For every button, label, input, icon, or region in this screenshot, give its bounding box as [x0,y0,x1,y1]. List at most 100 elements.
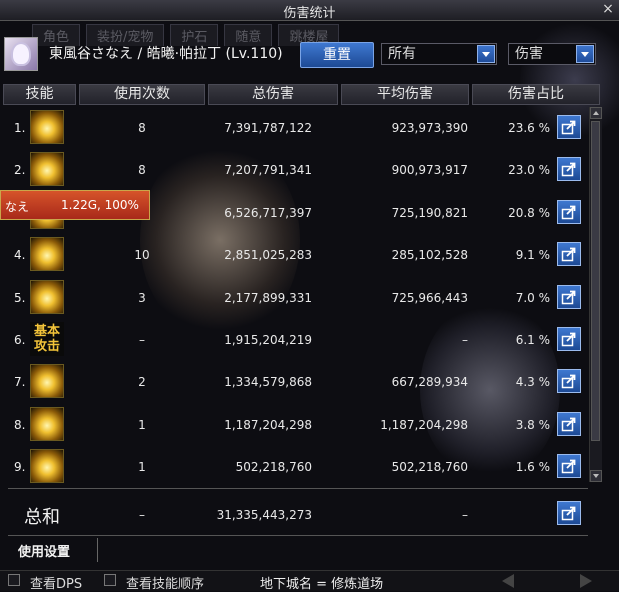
scope-select-value: 所有 [388,46,416,62]
view-dps-label[interactable]: 查看DPS [30,573,82,592]
view-dps-checkbox[interactable] [8,574,20,586]
pillars-skill-icon [30,449,64,484]
divider [8,535,588,536]
average-damage: 502,218,760 [391,460,468,475]
character-name: 東風谷さなえ / 皓曦·帕拉丁 (Lv.110) [49,46,283,62]
scroll-down-icon[interactable] [590,470,602,482]
column-skill[interactable]: 技能 [3,84,76,105]
scroll-thumb[interactable] [591,121,600,441]
divider [8,488,588,489]
use-count: 3 [138,290,146,305]
damage-share: 3.8 % [515,417,550,432]
average-damage: 285,102,528 [391,248,468,263]
starburst-skill-icon [30,279,64,314]
use-count: – [139,333,145,347]
column-share[interactable]: 伤害占比 [472,84,600,105]
average-damage: 1,187,204,298 [380,417,468,432]
use-count: 2 [138,375,146,390]
share-icon [561,417,576,432]
use-count: 8 [138,121,146,135]
golden-rays-skill-icon [30,110,64,144]
total-damage: 2,177,899,331 [224,290,312,305]
share-button[interactable] [557,501,581,525]
use-count: 8 [138,163,146,178]
column-uses[interactable]: 使用次数 [79,84,205,105]
view-order-label[interactable]: 查看技能顺序 [126,573,204,592]
average-damage: 725,966,443 [391,290,468,305]
rank-number: 7. [14,375,26,390]
total-damage: 1,334,579,868 [224,375,312,390]
table-row: 4. 10 2,851,025,283 285,102,528 9.1 % [0,234,588,276]
table-row: 9. 1 502,218,760 502,218,760 1.6 % [0,446,588,488]
summary-label: 总和 [24,507,60,528]
scrollbar[interactable] [589,107,602,482]
rank-number: 1. [14,121,26,135]
share-icon [561,247,576,262]
tooltip-value: 1.22G, 100% [61,198,139,212]
column-total[interactable]: 总伤害 [208,84,338,105]
average-damage: 667,289,934 [391,375,468,390]
scroll-up-icon[interactable] [590,107,602,119]
share-button[interactable] [557,369,581,394]
rank-number: 5. [14,290,26,305]
damage-share: 23.6 % [508,121,550,135]
avatar [4,37,38,71]
total-damage: 7,207,791,341 [224,163,312,178]
title-bar: 伤害统计 × [0,0,619,21]
share-button[interactable] [557,327,581,351]
column-average[interactable]: 平均伤害 [341,84,469,105]
use-count: 1 [138,417,146,432]
settings-label[interactable]: 使用设置 [18,541,70,560]
share-icon [561,332,576,347]
damage-share: 23.0 % [508,163,550,178]
share-icon [561,120,576,135]
dungeon-name: 地下城名 = 修炼道场 [260,577,384,592]
window-title: 伤害统计 [283,6,336,21]
total-damage: 1,187,204,298 [224,417,312,432]
character-header: 東風谷さなえ / 皓曦·帕拉丁 (Lv.110) 重置 所有 伤害 [0,34,619,78]
average-damage: 923,973,390 [391,121,468,135]
metric-select[interactable]: 伤害 [508,43,596,65]
damage-share: 6.1 % [515,333,550,347]
prev-arrow-icon[interactable] [502,574,514,588]
bottom-bar: 查看DPS 查看技能顺序 地下城名 = 修炼道场 [0,570,619,592]
use-count: 1 [138,460,146,475]
total-damage: 6,526,717,397 [224,205,312,220]
rank-number: 6. [14,333,26,347]
rank-number: 9. [14,460,26,475]
summary-total: 31,335,443,273 [216,508,312,522]
table-header: 技能 使用次数 总伤害 平均伤害 伤害占比 [0,84,600,105]
damage-share: 7.0 % [515,290,550,305]
share-icon [561,162,576,177]
scope-select[interactable]: 所有 [381,43,497,65]
metric-select-value: 伤害 [515,46,543,62]
average-damage: – [462,333,468,347]
rank-number: 4. [14,248,26,263]
share-button[interactable] [557,454,581,479]
summary-uses: – [139,508,145,522]
reset-button[interactable]: 重置 [300,42,374,68]
chevron-down-icon[interactable] [477,45,495,63]
table-row: 6. 基本攻击 – 1,915,204,219 – 6.1 % [0,319,588,361]
next-arrow-icon[interactable] [580,574,592,588]
view-order-checkbox[interactable] [104,574,116,586]
damage-share: 9.1 % [515,248,550,263]
tooltip-name: なえ [5,200,30,214]
share-button[interactable] [557,242,581,267]
use-count: 10 [134,248,150,263]
damage-share: 20.8 % [508,205,550,220]
share-button[interactable] [557,157,581,182]
swirl-skill-icon [30,406,64,441]
summary-average: – [462,508,468,522]
share-button[interactable] [557,284,581,309]
share-button[interactable] [557,411,581,436]
table-row: 5. 3 2,177,899,331 725,966,443 7.0 % [0,277,588,319]
damage-share: 1.6 % [515,460,550,475]
share-button[interactable] [557,199,581,224]
share-icon [561,506,576,521]
chevron-down-icon[interactable] [576,45,594,63]
close-icon[interactable]: × [601,1,615,17]
share-icon [561,374,576,389]
share-icon [561,290,576,304]
share-button[interactable] [557,115,581,139]
